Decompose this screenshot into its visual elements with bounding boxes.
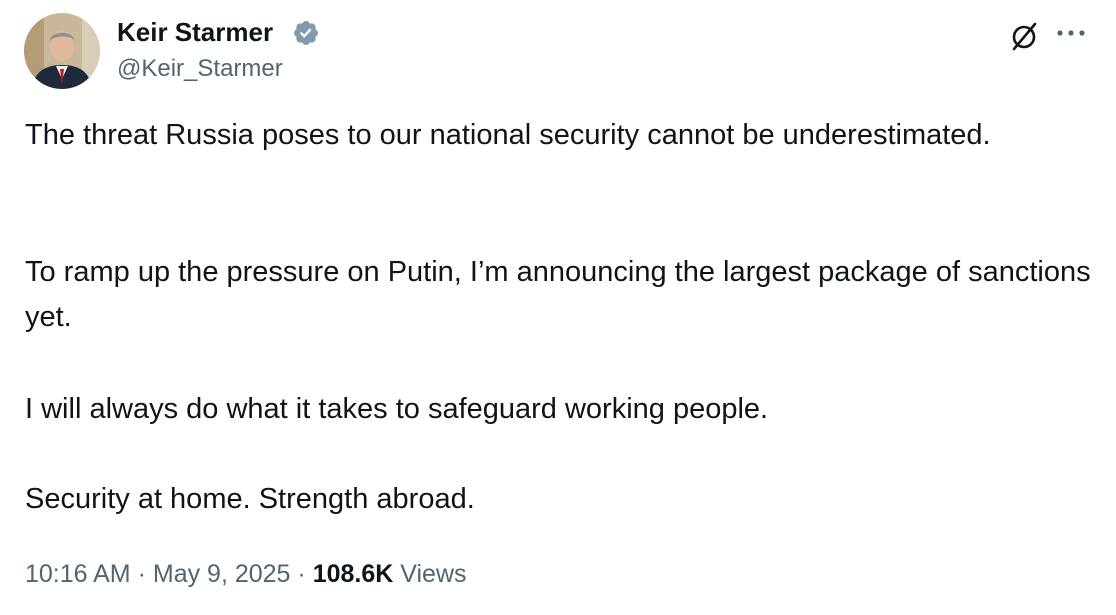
tweet-paragraph-1: The threat Russia poses to our national …: [25, 119, 991, 151]
author-handle[interactable]: @Keir_Starmer: [117, 55, 283, 83]
author-display-name[interactable]: Keir Starmer: [117, 17, 273, 47]
tweet-card: Keir Starmer @Keir_Starmer The threat Ru…: [0, 0, 1116, 615]
verified-badge-icon: [292, 19, 320, 47]
views-label: Views: [400, 560, 467, 588]
meta-separator: ·: [297, 560, 306, 588]
tweet-paragraph-4: Security at home. Strength abroad.: [25, 483, 475, 515]
views-count: 108.6K: [312, 560, 394, 588]
tweet-timestamp-link[interactable]: 10:16 AM · May 9, 2025: [25, 560, 290, 588]
meta-separator: ·: [137, 560, 146, 588]
tweet-paragraph-2: To ramp up the pressure on Putin, I’m an…: [25, 256, 1091, 333]
tweet-date: May 9, 2025: [152, 560, 291, 588]
grok-icon[interactable]: [1008, 20, 1040, 52]
avatar[interactable]: [24, 13, 100, 89]
more-icon[interactable]: [1056, 26, 1086, 38]
tweet-time: 10:16 AM: [25, 560, 131, 588]
tweet-paragraph-3: I will always do what it takes to safegu…: [25, 393, 769, 425]
tweet-meta: 10:16 AM · May 9, 2025 · 108.6K Views: [25, 556, 467, 592]
